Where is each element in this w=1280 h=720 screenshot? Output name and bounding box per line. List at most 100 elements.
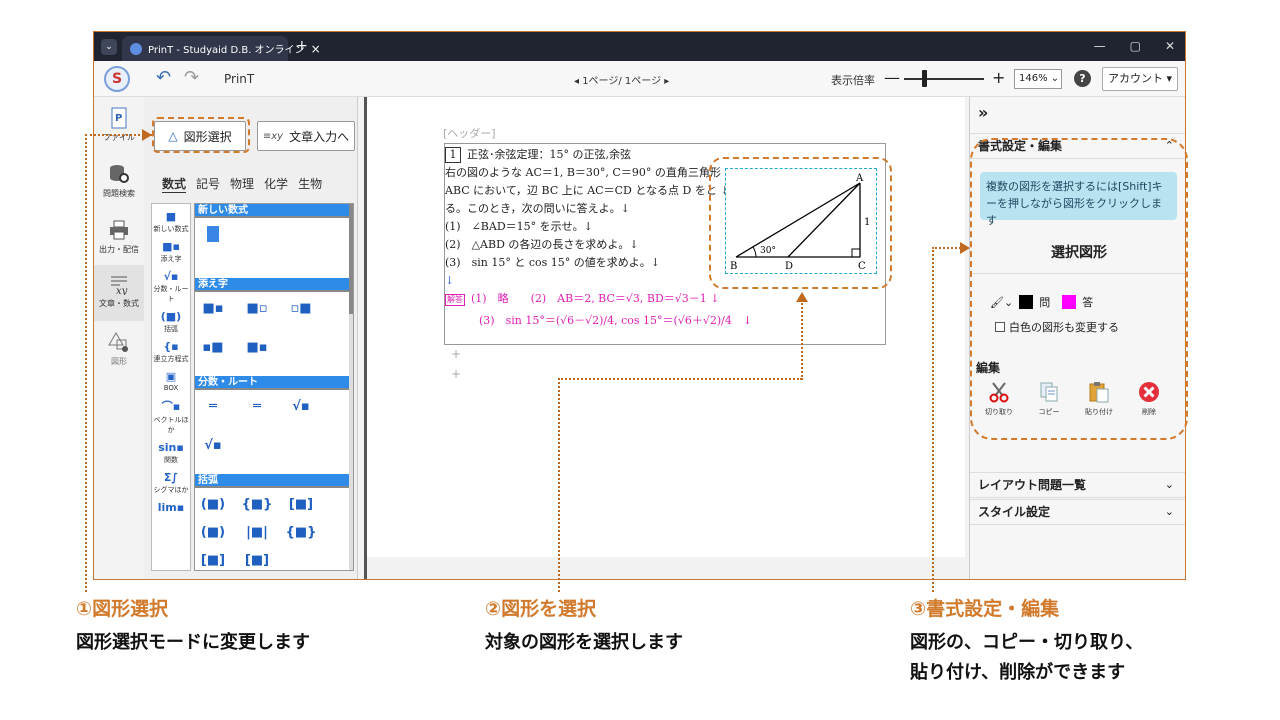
zoom-out-button[interactable]: — xyxy=(884,68,900,87)
caption-desc-3b: 貼り付け、削除ができます xyxy=(910,662,1126,683)
palette-item[interactable]: (■) xyxy=(201,494,225,514)
palette-item[interactable]: √▪ xyxy=(201,435,225,455)
zoom-slider[interactable] xyxy=(904,78,984,80)
caption-title-2: ②図形を選択 xyxy=(485,598,597,620)
palette-section-body xyxy=(195,218,353,278)
palette-item[interactable]: ═ xyxy=(201,396,225,416)
app-name: PrinT xyxy=(224,72,255,86)
help-icon[interactable]: ? xyxy=(1074,70,1091,87)
app-toolbar: S ↶ ↷ PrinT ◂ 1ページ/ 1ページ ▸ 表示倍率 — + 146%… xyxy=(94,61,1185,97)
palette-item[interactable]: ═ xyxy=(245,396,269,416)
arrow-icon xyxy=(960,242,970,254)
palette-item[interactable]: ▪■ xyxy=(201,337,225,357)
window-controls: — ▢ ✕ xyxy=(1094,39,1175,53)
category-tab-physics[interactable]: 物理 xyxy=(230,175,254,192)
caption-desc-1: 図形選択モードに変更します xyxy=(76,632,310,653)
palette-item[interactable]: √▪ xyxy=(289,396,313,416)
palette-item[interactable]: (■) xyxy=(201,522,225,542)
callout-figure xyxy=(709,157,892,289)
leader-line xyxy=(932,247,934,592)
answer-line: (1) 略 (2) AB＝2, BC＝√3, BD＝√3－1 ↓ xyxy=(471,292,720,305)
rail-item-file[interactable]: P ファイル xyxy=(94,107,144,143)
subcategory-item[interactable]: {▪ 連立方程式 xyxy=(152,340,190,364)
leader-line xyxy=(85,134,87,592)
formula-icon: xy xyxy=(111,276,128,295)
rail-item-search[interactable]: 問題検索 xyxy=(94,163,144,199)
problem-number: 1 xyxy=(445,147,461,163)
maximize-icon[interactable]: ▢ xyxy=(1130,39,1141,53)
zoom-in-button[interactable]: + xyxy=(992,68,1005,87)
palette-item[interactable]: {■} xyxy=(242,494,273,514)
header-placeholder[interactable]: [ヘッダー] xyxy=(443,125,496,141)
palette-item[interactable]: |■| xyxy=(245,522,269,542)
answer-tag: 解答 xyxy=(445,294,465,306)
answer-line: (3) sin 15°＝(√6－√2)/4, cos 15°＝(√6＋√2)/4… xyxy=(479,314,753,327)
text-input-button[interactable]: ≡xy 文章入力へ xyxy=(257,121,355,151)
studyaid-logo-icon[interactable]: S xyxy=(104,66,130,92)
palette-section-header: 分数・ルート xyxy=(195,376,353,390)
browser-tab[interactable]: PrinT - Studyaid D.B. オンライン × xyxy=(122,36,321,61)
subcategory-item[interactable]: sin▪ 関数 xyxy=(152,441,190,465)
rail-item-shapes[interactable]: 図形 xyxy=(94,331,144,367)
caption-title-1: ①図形選択 xyxy=(76,598,169,620)
callout-format-panel xyxy=(970,138,1188,440)
account-menu-button[interactable]: アカウント ▾ xyxy=(1102,67,1178,91)
rail-item-formula[interactable]: xy 文章・数式 xyxy=(94,265,144,321)
leader-line xyxy=(558,378,802,380)
palette-section-body: ═ ═ √▪ √▪ xyxy=(195,390,353,474)
subcategory-item[interactable]: (■) 括弧 xyxy=(152,310,190,334)
rail-item-output[interactable]: 出力・配信 xyxy=(94,219,144,255)
category-tab-chemistry[interactable]: 化学 xyxy=(264,175,288,192)
app-logo-icon xyxy=(130,42,142,55)
undo-icon[interactable]: ↶ xyxy=(156,67,171,88)
subcategory-item[interactable]: Σ∫ シグマほか xyxy=(152,471,190,495)
chevron-down-icon: ⌄ xyxy=(1164,478,1174,491)
add-row-icon[interactable]: + xyxy=(451,347,461,361)
palette-scrollbar[interactable] xyxy=(349,204,353,570)
palette-section-header: 添え字 xyxy=(195,278,353,292)
subcategory-item[interactable]: ⌒▪ ベクトルほか xyxy=(152,398,190,435)
category-tab-biology[interactable]: 生物 xyxy=(298,175,322,192)
palette-section-header: 括弧 xyxy=(195,474,353,488)
palette-item[interactable]: ▫■ xyxy=(289,298,313,318)
category-tab-formula[interactable]: 数式 xyxy=(162,175,186,192)
arrow-icon xyxy=(142,129,152,141)
page-navigator[interactable]: ◂ 1ページ/ 1ページ ▸ xyxy=(574,72,669,87)
subcategory-item[interactable]: ■ 新しい数式 xyxy=(152,210,190,234)
palette-item[interactable]: [■] xyxy=(201,550,225,570)
category-tab-symbols[interactable]: 記号 xyxy=(196,175,220,192)
caption-desc-2: 対象の図形を選択します xyxy=(485,632,683,653)
subcategory-item[interactable]: ▣ BOX xyxy=(152,370,190,392)
palette-item[interactable]: [■] xyxy=(245,550,269,570)
problem-title: 正弦･余弦定理：15° の正弦,余弦 xyxy=(467,148,631,161)
svg-text:xy: xy xyxy=(116,286,128,295)
text-formula-icon: ≡xy xyxy=(262,130,284,142)
panel-expand-icon[interactable]: » xyxy=(978,103,988,122)
section-layout-list[interactable]: レイアウト問題一覧 ⌄ xyxy=(970,472,1185,498)
palette-item[interactable]: ■▪ xyxy=(245,337,269,357)
subcategory-item[interactable]: ■▪ 添え字 xyxy=(152,240,190,264)
palette-item-new-formula[interactable] xyxy=(201,224,225,244)
svg-text:P: P xyxy=(115,113,122,124)
section-style-settings[interactable]: スタイル設定 ⌄ xyxy=(970,499,1185,525)
zoom-slider-thumb[interactable] xyxy=(922,70,927,87)
redo-icon[interactable]: ↷ xyxy=(184,67,199,88)
palette-item[interactable]: [■] xyxy=(289,494,313,514)
close-icon[interactable]: ✕ xyxy=(1165,39,1175,53)
palette-item[interactable]: {■} xyxy=(286,522,317,542)
printer-icon xyxy=(110,220,128,240)
palette-section-header: 新しい数式 xyxy=(195,204,353,218)
tab-close-icon[interactable]: × xyxy=(311,42,321,56)
palette-item[interactable]: ■▪ xyxy=(201,298,225,318)
zoom-select[interactable]: 146% ⌄ xyxy=(1014,69,1062,89)
subcategory-item[interactable]: √▪ 分数・ルート xyxy=(152,270,190,304)
tab-list-button[interactable]: ⌄ xyxy=(101,39,117,55)
new-tab-button[interactable]: + xyxy=(296,38,308,54)
add-row-icon[interactable]: + xyxy=(451,367,461,381)
palette-section-body: (■) {■} [■] (■) |■| {■} [■] [■] xyxy=(195,488,353,570)
minimize-icon[interactable]: — xyxy=(1094,39,1106,53)
zoom-label: 表示倍率 xyxy=(831,74,875,87)
subcategory-item[interactable]: lim▪ xyxy=(152,501,190,514)
database-icon xyxy=(110,165,129,183)
palette-item[interactable]: ■▫ xyxy=(245,298,269,318)
